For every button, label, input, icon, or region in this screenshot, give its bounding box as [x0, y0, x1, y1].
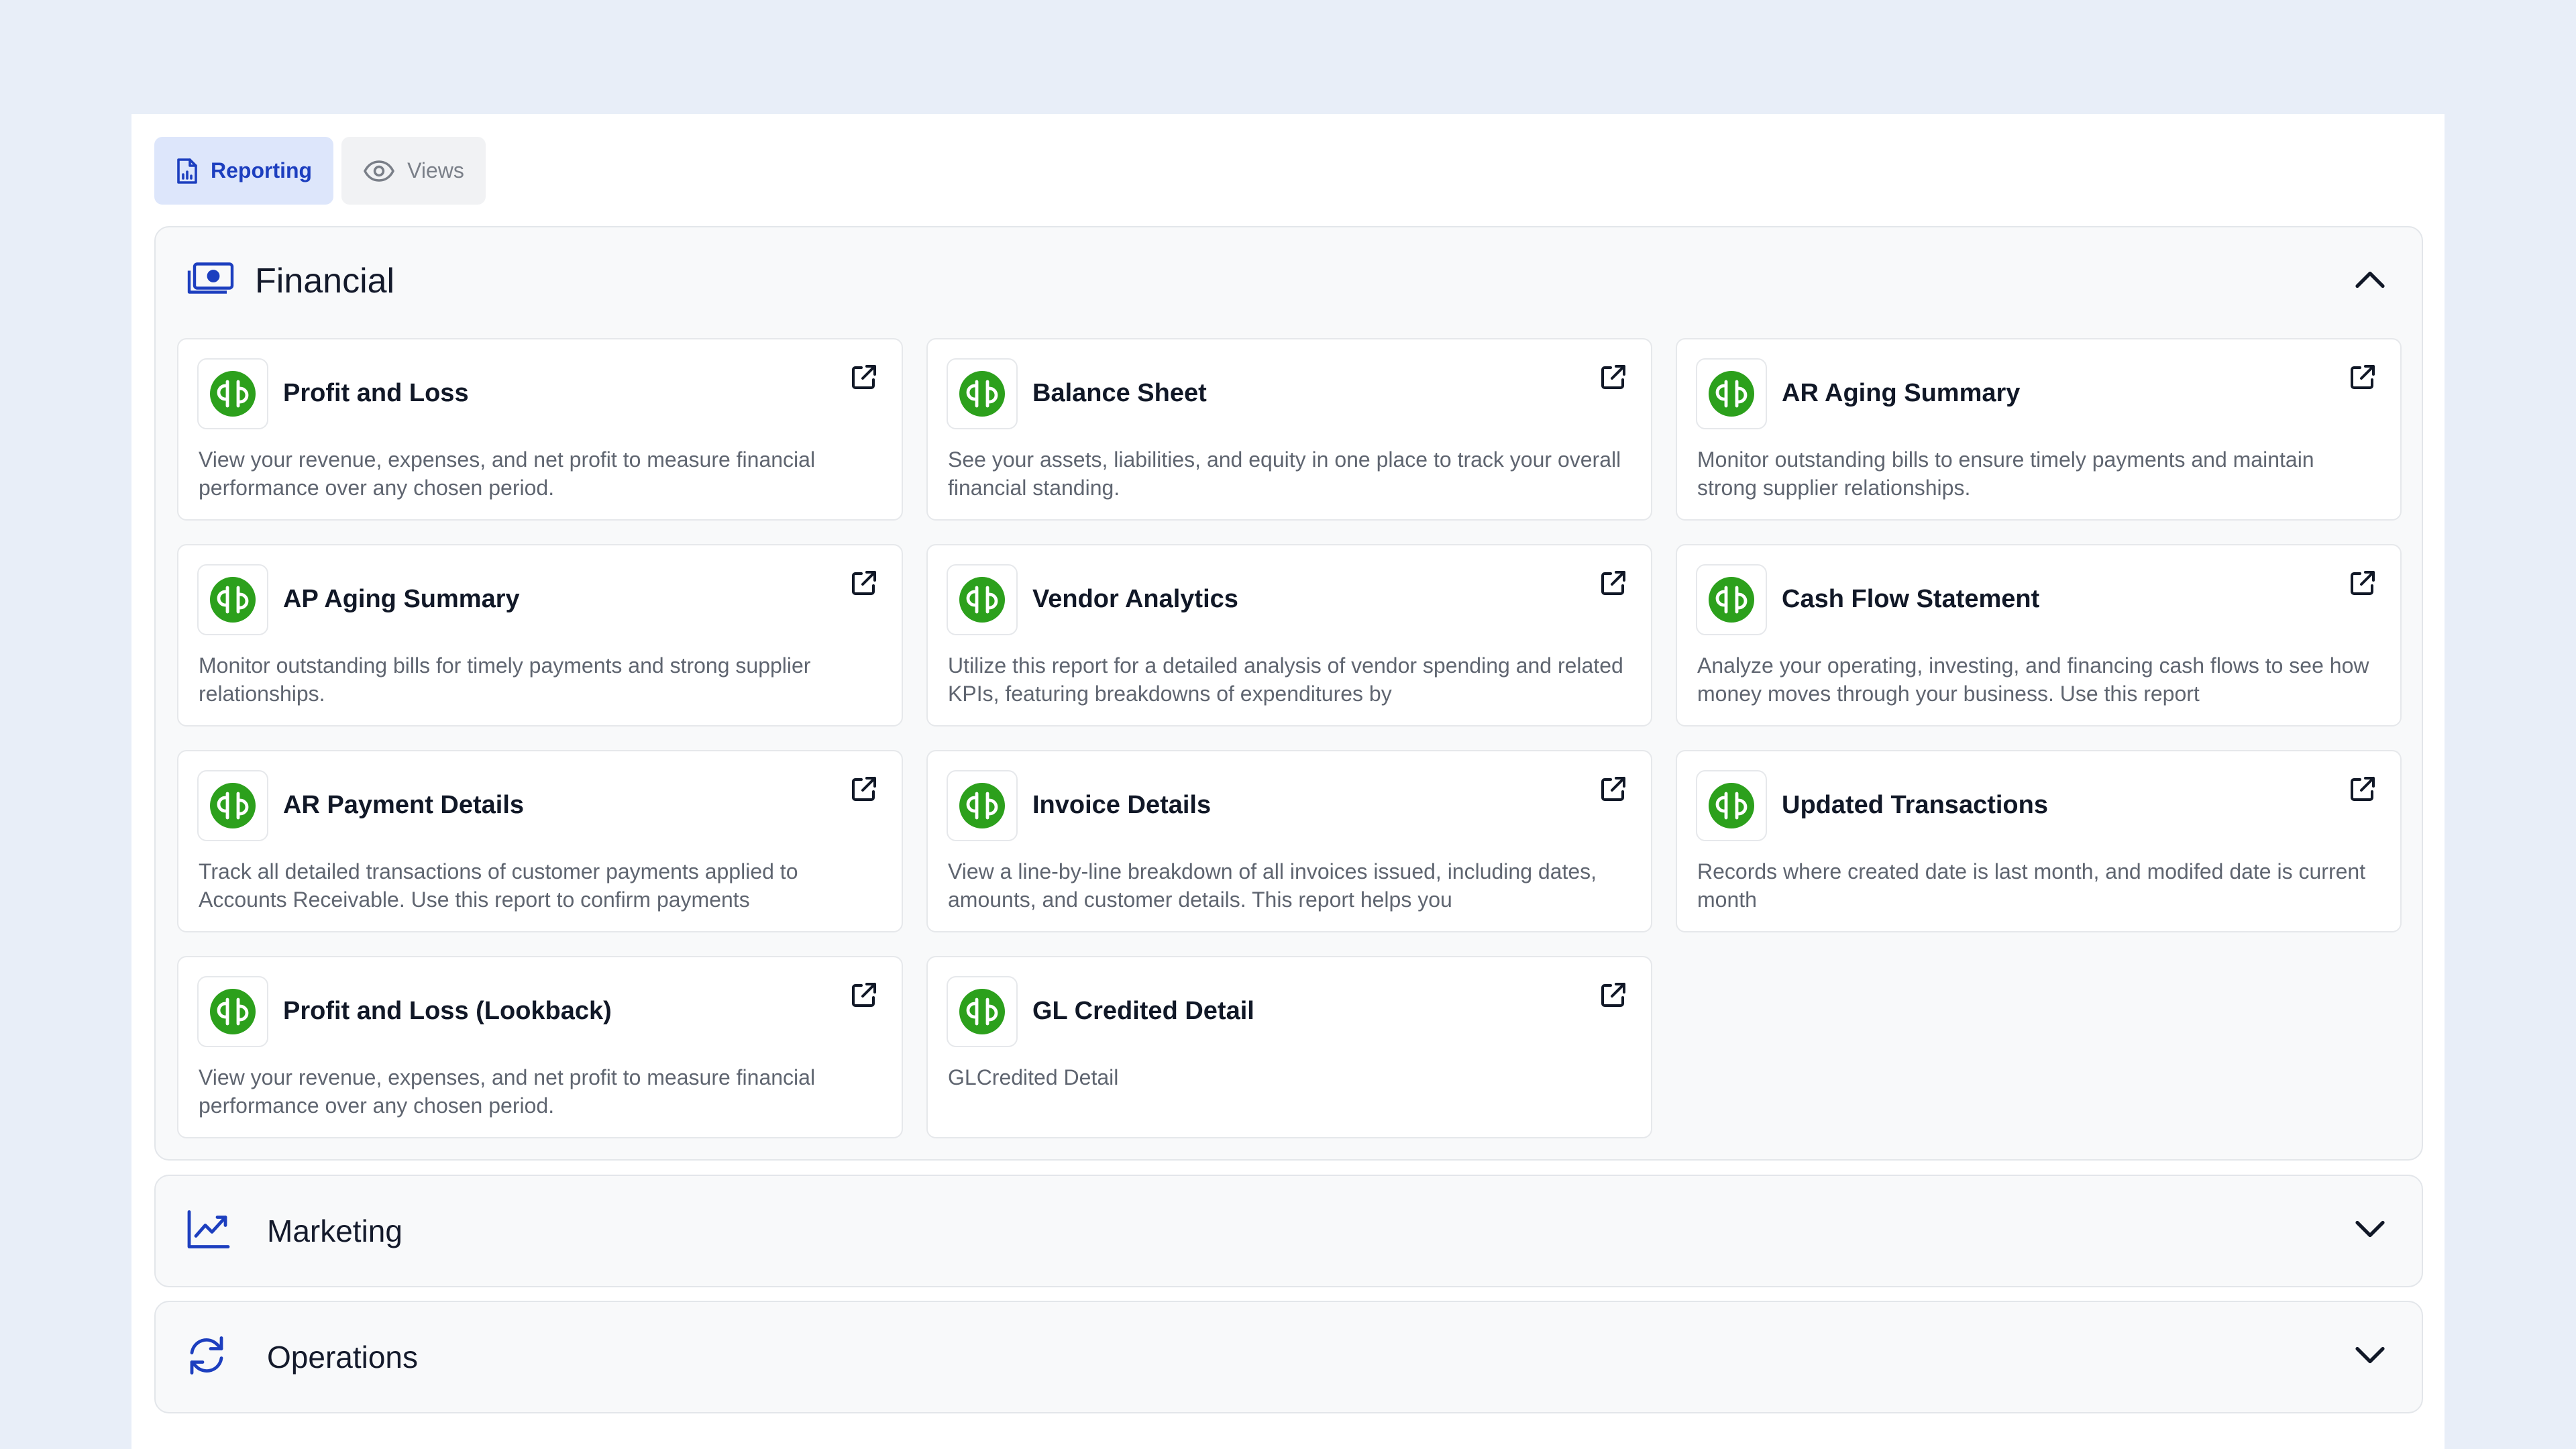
tab-reporting-label: Reporting: [211, 158, 313, 182]
report-description: Monitor outstanding bills for timely pay…: [199, 653, 811, 706]
quickbooks-logo: [197, 770, 268, 841]
report-card[interactable]: Updated Transactions Records where creat…: [1676, 750, 2402, 932]
report-description: See your assets, liabilities, and equity…: [948, 447, 1621, 500]
eye-icon: [363, 160, 395, 182]
report-description: Monitor outstanding bills to ensure time…: [1697, 447, 2314, 500]
marketing-section-header[interactable]: Marketing: [156, 1176, 2422, 1286]
external-link-icon[interactable]: [849, 364, 877, 395]
report-title: Invoice Details: [1032, 791, 1212, 819]
quickbooks-logo: [947, 976, 1018, 1047]
tab-bar: Reporting Views: [154, 137, 486, 205]
report-card[interactable]: GL Credited Detail GLCredited Detail: [926, 956, 1652, 1138]
quickbooks-logo: [197, 564, 268, 635]
report-description: Utilize this report for a detailed analy…: [948, 653, 1623, 706]
financial-section: Financial Profit and Loss View your reve…: [154, 226, 2423, 1161]
quickbooks-logo: [197, 358, 268, 429]
report-title: Profit and Loss (Lookback): [283, 997, 612, 1025]
report-title: Updated Transactions: [1782, 791, 2048, 819]
report-file-icon: [176, 158, 199, 184]
tab-views[interactable]: Views: [341, 137, 486, 205]
report-title: AP Aging Summary: [283, 585, 520, 613]
report-card[interactable]: Cash Flow Statement Analyze your operati…: [1676, 544, 2402, 727]
report-description: View your revenue, expenses, and net pro…: [199, 447, 816, 500]
chevron-down-icon[interactable]: [2355, 1346, 2385, 1368]
money-icon: [186, 262, 235, 301]
marketing-section: Marketing: [154, 1175, 2423, 1287]
report-card[interactable]: Invoice Details View a line-by-line brea…: [926, 750, 1652, 932]
operations-section: Operations: [154, 1301, 2423, 1413]
report-description: View a line-by-line breakdown of all inv…: [948, 859, 1597, 912]
tab-reporting[interactable]: Reporting: [154, 137, 334, 205]
report-title: GL Credited Detail: [1032, 997, 1254, 1025]
report-card[interactable]: AR Payment Details Track all detailed tr…: [177, 750, 903, 932]
trending-chart-icon: [186, 1210, 231, 1253]
external-link-icon[interactable]: [2348, 775, 2376, 807]
quickbooks-logo: [1696, 770, 1767, 841]
operations-section-title: Operations: [267, 1340, 419, 1375]
external-link-icon[interactable]: [1599, 981, 1627, 1013]
report-grid: Profit and Loss View your revenue, expen…: [177, 338, 2402, 1138]
report-description: GLCredited Detail: [948, 1065, 1119, 1089]
quickbooks-logo: [947, 358, 1018, 429]
quickbooks-logo: [1696, 358, 1767, 429]
quickbooks-logo: [1696, 564, 1767, 635]
report-card[interactable]: AP Aging Summary Monitor outstanding bil…: [177, 544, 903, 727]
external-link-icon[interactable]: [849, 981, 877, 1013]
report-card[interactable]: Profit and Loss View your revenue, expen…: [177, 338, 903, 521]
report-title: Balance Sheet: [1032, 379, 1207, 407]
report-description: Track all detailed transactions of custo…: [199, 859, 798, 912]
external-link-icon[interactable]: [849, 570, 877, 601]
external-link-icon[interactable]: [849, 775, 877, 807]
report-description: Records where created date is last month…: [1697, 859, 2366, 912]
financial-section-header[interactable]: Financial: [156, 227, 2422, 335]
tab-views-label: Views: [407, 158, 464, 182]
report-card[interactable]: Balance Sheet See your assets, liabiliti…: [926, 338, 1652, 521]
quickbooks-logo: [197, 976, 268, 1047]
external-link-icon[interactable]: [1599, 364, 1627, 395]
external-link-icon[interactable]: [2348, 570, 2376, 601]
external-link-icon[interactable]: [1599, 570, 1627, 601]
operations-section-header[interactable]: Operations: [156, 1302, 2422, 1412]
report-description: View your revenue, expenses, and net pro…: [199, 1065, 816, 1118]
reports-panel: Reporting Views Financial Profit and Los…: [131, 114, 2445, 1449]
report-description: Analyze your operating, investing, and f…: [1697, 653, 2369, 706]
report-title: AR Aging Summary: [1782, 379, 2021, 407]
report-card[interactable]: Vendor Analytics Utilize this report for…: [926, 544, 1652, 727]
marketing-section-title: Marketing: [267, 1214, 402, 1248]
chevron-down-icon[interactable]: [2355, 1220, 2385, 1242]
report-card[interactable]: AR Aging Summary Monitor outstanding bil…: [1676, 338, 2402, 521]
report-title: Profit and Loss: [283, 379, 469, 407]
quickbooks-logo: [947, 564, 1018, 635]
report-title: AR Payment Details: [283, 791, 525, 819]
financial-section-title: Financial: [255, 262, 395, 301]
external-link-icon[interactable]: [1599, 775, 1627, 807]
report-title: Cash Flow Statement: [1782, 585, 2040, 613]
report-title: Vendor Analytics: [1032, 585, 1238, 613]
report-card[interactable]: Profit and Loss (Lookback) View your rev…: [177, 956, 903, 1138]
chevron-up-icon[interactable]: [2355, 270, 2385, 292]
refresh-icon: [186, 1334, 227, 1381]
quickbooks-logo: [947, 770, 1018, 841]
external-link-icon[interactable]: [2348, 364, 2376, 395]
